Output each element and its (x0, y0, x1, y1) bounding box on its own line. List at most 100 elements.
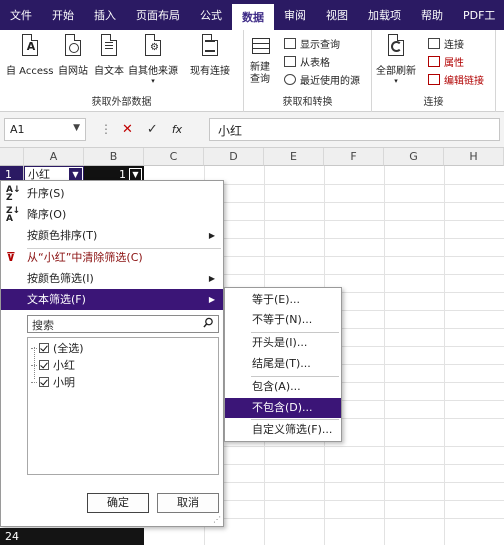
equals-item[interactable]: 等于(E)... (225, 290, 341, 310)
select-all-corner[interactable] (0, 148, 24, 166)
sort-descending-item[interactable]: Z↓ A 降序(O) (1, 204, 223, 225)
cancel-icon[interactable]: ✕ (122, 122, 133, 137)
sort-by-color-item[interactable]: 按颜色排序(T) ▶ (1, 225, 223, 246)
group-transform-label: 获取和转换 (282, 97, 333, 108)
column-header-c[interactable]: C (144, 148, 204, 166)
from-table-button[interactable]: 从表格 (284, 54, 330, 69)
select-all-checkbox[interactable] (39, 343, 49, 353)
tab-view[interactable]: 视图 (316, 0, 358, 30)
does-not-contain-item[interactable]: 不包含(D)... (225, 398, 341, 418)
resize-grip-icon[interactable]: ⋰ (213, 515, 221, 524)
list-item[interactable]: 小明 (31, 374, 75, 390)
item-checkbox[interactable] (39, 377, 49, 387)
grid-line (224, 464, 504, 465)
grid-line (224, 184, 504, 185)
sort-ascending-item[interactable]: A↓ Z 升序(S) (1, 183, 223, 204)
list-item[interactable]: 小红 (31, 357, 75, 373)
name-box[interactable]: A1 ▼ (4, 118, 86, 141)
not-equals-item[interactable]: 不等于(N)... (225, 310, 341, 330)
tab-home[interactable]: 开始 (42, 0, 84, 30)
tab-addins[interactable]: 加载项 (358, 0, 411, 30)
new-query-icon (248, 34, 272, 60)
row-24-number: 24 (5, 530, 19, 543)
clear-filter-item[interactable]: ⊽ 从“小红”中清除筛选(C) (1, 247, 223, 268)
grid-line (342, 328, 504, 329)
menu-bar: 文件 开始 插入 页面布局 公式 数据 审阅 视图 加载项 帮助 PDF工 (0, 0, 504, 30)
grid-line (384, 166, 385, 545)
name-box-value: A1 (10, 123, 25, 136)
enter-icon[interactable]: ✓ (147, 122, 158, 137)
formula-buttons: ✕ ✓ fx (122, 118, 182, 141)
table-icon (284, 56, 296, 67)
column-header-f[interactable]: F (324, 148, 384, 166)
chevron-right-icon: ▶ (208, 231, 215, 240)
row-header-24[interactable]: 24 (0, 528, 144, 545)
formula-input[interactable]: 小红 (209, 118, 500, 141)
tab-insert[interactable]: 插入 (84, 0, 126, 30)
from-web-button[interactable]: 自网站 (58, 34, 88, 77)
connections-icon (428, 38, 440, 49)
tab-file[interactable]: 文件 (0, 0, 42, 30)
column-header-h[interactable]: H (444, 148, 504, 166)
chevron-down-icon[interactable]: ▼ (73, 123, 80, 133)
tab-page-layout[interactable]: 页面布局 (126, 0, 190, 30)
sort-ascending-icon: A↓ Z (6, 185, 21, 203)
cancel-button[interactable]: 取消 (157, 493, 219, 513)
chevron-right-icon: ▶ (208, 274, 215, 283)
filter-by-color-item[interactable]: 按颜色筛选(I) ▶ (1, 268, 223, 289)
access-icon: A (18, 34, 42, 60)
grid-line (224, 202, 504, 203)
column-header-d[interactable]: D (204, 148, 264, 166)
edit-links-icon (428, 74, 440, 85)
autofilter-menu: A↓ Z 升序(S) Z↓ A 降序(O) 按颜色排序(T) ▶ ⊽ 从“小红”中清… (0, 180, 224, 527)
tab-pdf[interactable]: PDF工 (453, 0, 504, 30)
properties-button[interactable]: 属性 (428, 54, 464, 69)
grid-line (342, 364, 504, 365)
tab-data[interactable]: 数据 (232, 4, 274, 30)
from-access-button[interactable]: A 自 Access (6, 34, 53, 77)
tab-review[interactable]: 审阅 (274, 0, 316, 30)
column-header-e[interactable]: E (264, 148, 324, 166)
show-queries-label: 显示查询 (300, 40, 340, 51)
edit-links-button[interactable]: 编辑链接 (428, 72, 484, 87)
sort-descending-icon: Z↓ A (6, 206, 21, 224)
list-item-label: 小红 (53, 359, 75, 372)
recent-sources-label: 最近使用的源 (300, 76, 360, 87)
select-all-item[interactable]: (全选) (31, 340, 84, 356)
properties-label: 属性 (444, 58, 464, 69)
grid-line (342, 292, 504, 293)
column-header-a[interactable]: A (24, 148, 84, 166)
select-all-label: (全选) (53, 342, 84, 355)
insert-function-icon[interactable]: fx (172, 123, 182, 136)
ends-with-item[interactable]: 结尾是(T)... (225, 354, 341, 374)
tab-help[interactable]: 帮助 (411, 0, 453, 30)
from-other-sources-button[interactable]: ⚙ 自其他来源 ▾ (128, 34, 178, 85)
grid-line (224, 238, 504, 239)
grid-line (342, 418, 504, 419)
recent-sources-button[interactable]: 最近使用的源 (284, 72, 360, 87)
existing-connections-label: 现有连接 (190, 66, 230, 77)
text-filter-item[interactable]: 文本筛选(F) ▶ (1, 289, 223, 310)
grid-line (224, 256, 504, 257)
existing-connections-button[interactable]: 现有连接 (190, 34, 230, 77)
from-text-button[interactable]: 自文本 (94, 34, 124, 77)
begins-with-item[interactable]: 开头是(I)... (225, 333, 341, 353)
chevron-down-icon: ▾ (394, 77, 398, 85)
column-header-g[interactable]: G (384, 148, 444, 166)
column-header-b[interactable]: B (84, 148, 144, 166)
filter-search-input[interactable]: 搜索 (27, 315, 219, 333)
grid-line (224, 220, 504, 221)
clear-filter-icon: ⊽ (6, 250, 16, 264)
connections-button[interactable]: 连接 (428, 36, 464, 51)
item-checkbox[interactable] (39, 360, 49, 370)
contains-item[interactable]: 包含(A)... (225, 377, 341, 397)
custom-filter-item[interactable]: 自定义筛选(F)... (225, 420, 341, 440)
new-query-button[interactable]: 新建 查询 (248, 34, 272, 86)
more-icon[interactable]: ⋮ (100, 122, 112, 136)
refresh-all-button[interactable]: 全部刷新 ▾ (376, 34, 416, 85)
ribbon: A 自 Access 自网站 自文本 ⚙ 自其他来源 ▾ 现有连接 获取外部数据… (0, 30, 504, 112)
show-queries-button[interactable]: 显示查询 (284, 36, 340, 51)
tab-formulas[interactable]: 公式 (190, 0, 232, 30)
filter-values-list[interactable]: (全选) 小红 小明 (27, 337, 219, 475)
ok-button[interactable]: 确定 (87, 493, 149, 513)
